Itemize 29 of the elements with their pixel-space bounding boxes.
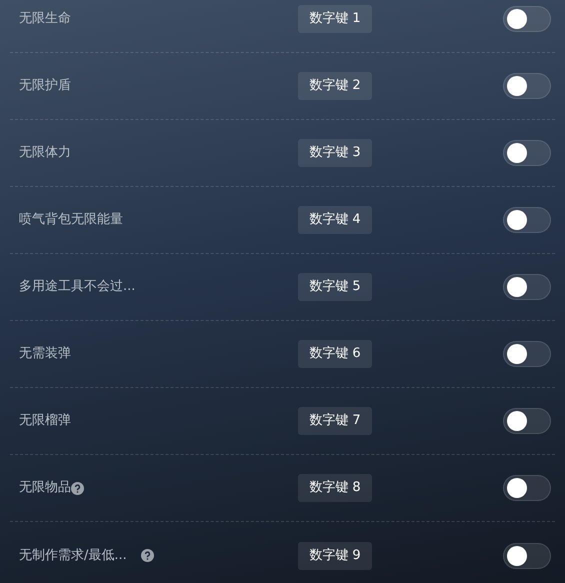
toggle-switch[interactable] [503,207,551,233]
cheat-label: 无需装弹 [19,345,71,364]
cheat-label: 无限物品 [19,479,71,498]
hotkey-button[interactable]: 数字键 4 [298,206,372,234]
hotkey-button[interactable]: 数字键 8 [298,474,372,502]
toggle-switch[interactable] [503,542,551,568]
hotkey-button[interactable]: 数字键 9 [298,542,372,570]
cheat-label: 无限护盾 [19,77,71,96]
help-icon[interactable] [140,549,154,562]
hotkey-button[interactable]: 数字键 2 [298,72,372,100]
toggle-switch[interactable] [503,341,551,367]
cheat-label: 多用途工具不会过... [19,278,136,296]
cheat-label: 喷气背包无限能量 [19,211,123,230]
toggle-switch[interactable] [503,274,551,300]
toggle-switch[interactable] [503,408,551,434]
hotkey-button[interactable]: 数字键 1 [298,5,372,33]
help-icon[interactable] [71,482,84,494]
hotkey-button[interactable]: 数字键 3 [298,139,372,167]
toggle-switch[interactable] [503,73,551,99]
hotkey-button[interactable]: 数字键 7 [298,407,372,435]
hotkey-button[interactable]: 数字键 6 [298,340,372,368]
hotkey-button[interactable]: 数字键 5 [298,273,372,301]
toggle-switch[interactable] [503,6,551,32]
toggle-switch[interactable] [503,140,551,166]
cheat-label: 无制作需求/最低... [19,546,127,565]
cheat-label: 无限体力 [19,144,71,162]
cheat-label: 无限榴弹 [19,412,71,430]
cheat-label: 无限生命 [19,10,71,28]
toggle-switch[interactable] [503,475,551,501]
